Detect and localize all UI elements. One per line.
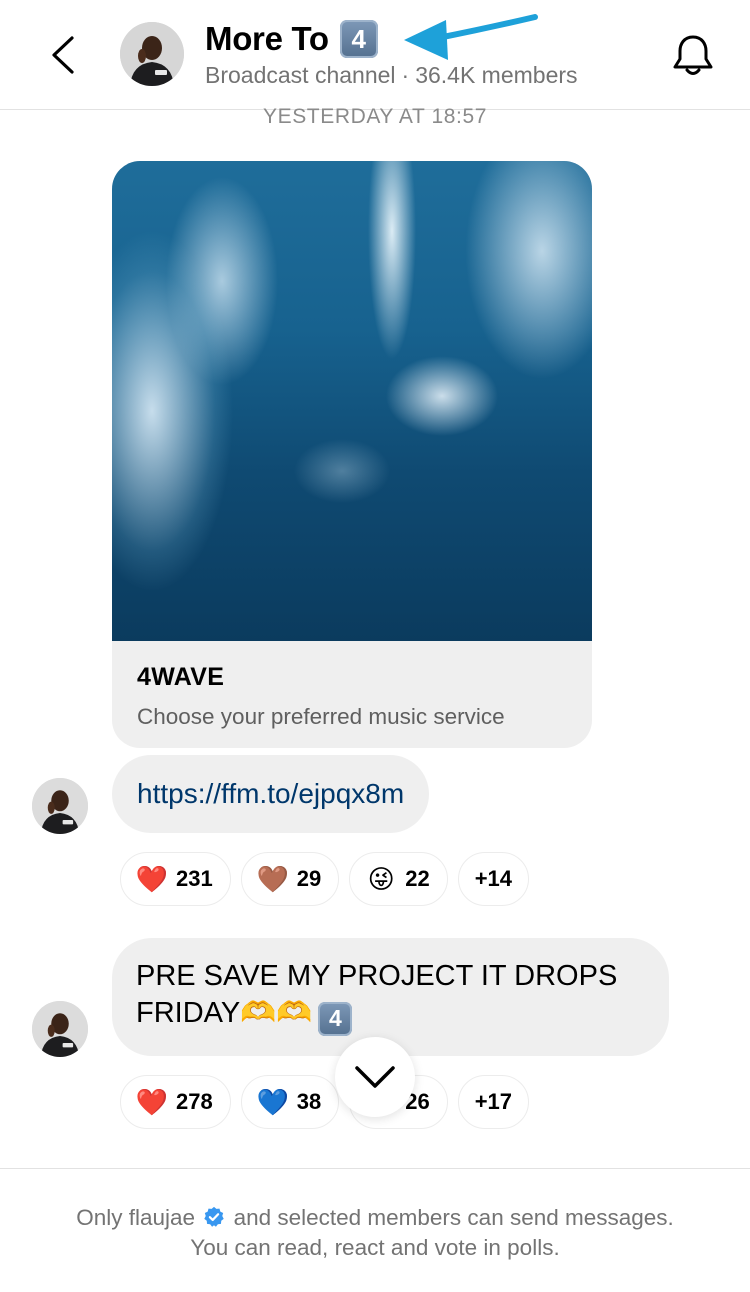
notice-line-1: Only flaujae and selected members can se… (0, 1203, 750, 1233)
chevron-down-icon (355, 1066, 395, 1088)
card-body: 4WAVE Choose your preferred music servic… (112, 641, 592, 748)
channel-title: More To (205, 20, 329, 57)
notice-suffix: and selected members can send messages. (233, 1205, 674, 1230)
heart-hands-emoji: 🫶🫶 (240, 997, 313, 1029)
notice-line-2: You can read, react and vote in polls. (190, 1235, 560, 1260)
card-description: Choose your preferred music service (137, 704, 505, 729)
message-link[interactable]: https://ffm.to/ejpqx8m (137, 778, 404, 810)
reactions-row: ❤️ 231 🤎 29 😜 22 +14 (120, 852, 530, 906)
red-heart-icon: ❤️ (135, 1086, 169, 1117)
scroll-to-bottom-button[interactable] (335, 1037, 415, 1117)
notice-prefix: Only flaujae (76, 1205, 196, 1230)
sender-avatar[interactable] (32, 1001, 88, 1057)
avatar-image (120, 22, 184, 86)
reaction-count: 22 (405, 866, 430, 891)
annotation-arrow-icon (404, 14, 538, 60)
message-text: PRE SAVE MY PROJECT IT DROPS FRIDAY (136, 960, 618, 1029)
reaction-red-heart[interactable]: ❤️ 278 (120, 1075, 231, 1129)
channel-title-row[interactable]: More To 4 (205, 20, 378, 58)
reaction-count: 231 (176, 866, 213, 891)
link-message-bubble: https://ffm.to/ejpqx8m (112, 755, 430, 833)
back-button[interactable] (44, 30, 84, 80)
avatar-image (32, 778, 88, 834)
reaction-more[interactable]: +14 (457, 852, 530, 906)
reaction-count: 38 (296, 1089, 322, 1114)
chevron-left-icon (52, 36, 74, 74)
brown-heart-icon: 🤎 (256, 863, 289, 894)
reaction-count: 278 (176, 1089, 213, 1114)
avatar-image (32, 1001, 88, 1057)
red-heart-icon: ❤️ (135, 863, 169, 894)
bell-icon (673, 35, 713, 75)
card-title: 4WAVE (137, 663, 225, 691)
broadcast-restriction-notice: Only flaujae and selected members can se… (0, 1168, 750, 1263)
link-preview-card[interactable]: t 4WAVE Choose your preferred music serv… (112, 161, 592, 748)
message-timestamp: YESTERDAY AT 18:57 (262, 105, 488, 126)
separator: · (401, 62, 410, 88)
member-count: 36.4K members (415, 62, 578, 88)
ocean-waves-image: t (112, 161, 592, 641)
winking-face-tongue-icon: 😜 (367, 863, 395, 894)
reaction-more[interactable]: +17 (457, 1075, 530, 1129)
verified-badge-icon (204, 1206, 225, 1227)
channel-header: More To 4 Broadcast channel · 36.4K member… (0, 0, 750, 110)
channel-subtitle: Broadcast channel · 36.4K members (205, 62, 578, 89)
reactions-row: ❤️ 278 💙 38 26 +17 (120, 1075, 530, 1129)
keycap-four-emoji: 4 (318, 1001, 353, 1036)
reaction-count: 29 (296, 866, 322, 891)
reaction-red-heart[interactable]: ❤️ 231 (120, 852, 231, 906)
keycap-four-emoji: 4 (339, 20, 378, 58)
blue-heart-icon: 💙 (256, 1086, 289, 1117)
sender-avatar[interactable] (32, 778, 88, 834)
reaction-brown-heart[interactable]: 🤎 29 (240, 852, 340, 906)
more-reactions-count: +17 (474, 1089, 513, 1114)
channel-avatar[interactable] (120, 22, 184, 86)
reaction-blue-heart[interactable]: 💙 38 (240, 1075, 340, 1129)
notifications-button[interactable] (668, 30, 718, 80)
more-reactions-count: +14 (474, 866, 513, 891)
reaction-winking-face[interactable]: 😜 22 (349, 852, 448, 906)
channel-type: Broadcast channel (205, 62, 396, 88)
text-message-bubble: PRE SAVE MY PROJECT IT DROPS FRIDAY🫶🫶 4 (112, 938, 669, 1056)
